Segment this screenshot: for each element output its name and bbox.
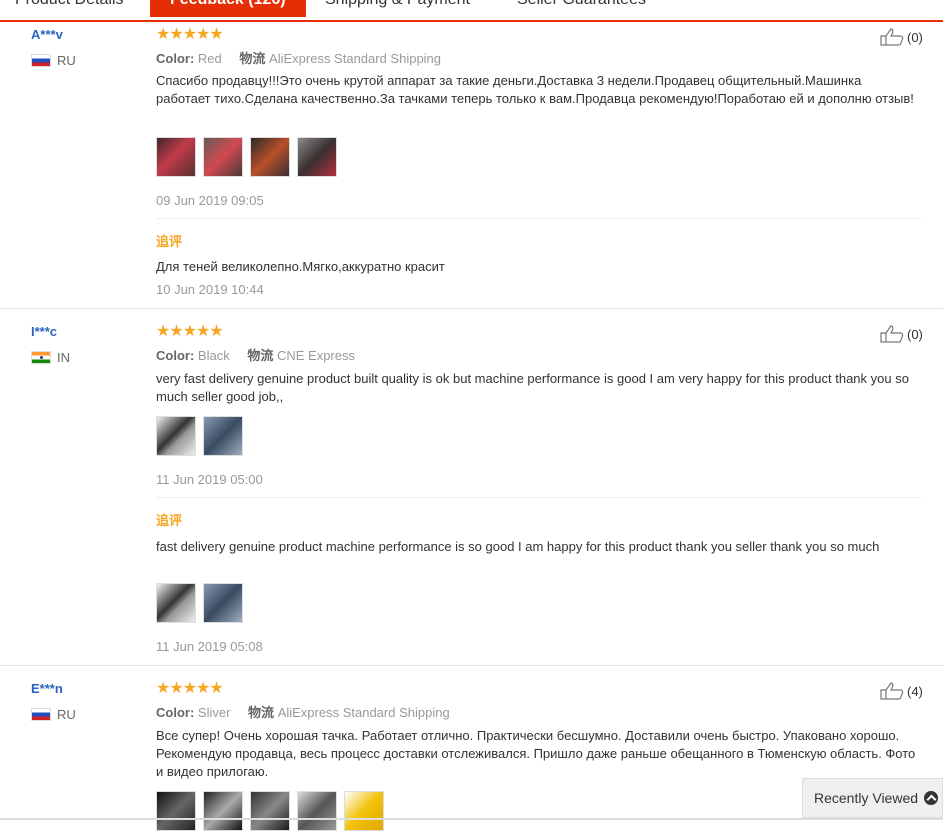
review-date: 09 Jun 2019 09:05	[156, 193, 264, 208]
reviewer-name[interactable]: I***c	[31, 324, 57, 339]
reviewer-name[interactable]: A***v	[31, 27, 63, 42]
tab-feedback[interactable]: Feedback (126)	[150, 0, 306, 17]
star-rating: ★★★★★	[156, 680, 224, 697]
review-photo-thumbnail[interactable]	[156, 791, 196, 831]
review-photo-thumbnail[interactable]	[156, 583, 196, 623]
additional-feedback-label: 追评	[156, 234, 183, 249]
chevron-up-icon	[924, 791, 938, 805]
feedback-tabs: Product Details Feedback (126) Shipping …	[0, 0, 943, 22]
helpful-count: (0)	[907, 29, 923, 45]
russia-flag-icon	[31, 54, 51, 67]
country-code: RU	[57, 53, 76, 68]
tab-product-details[interactable]: Product Details	[15, 0, 124, 9]
review-photo-thumbnail[interactable]	[156, 416, 196, 456]
review-photo-thumbnail[interactable]	[344, 791, 384, 831]
thumbs-up-icon	[880, 325, 904, 343]
tab-shipping-payment[interactable]: Shipping & Payment	[325, 0, 470, 9]
review-separator	[0, 308, 943, 309]
reviewer-name[interactable]: E***n	[31, 681, 63, 696]
review-properties: Color: Sliver 物流 AliExpress Standard Shi…	[156, 702, 450, 721]
helpful-button[interactable]: (4)	[880, 682, 923, 700]
review-photos	[156, 416, 243, 456]
additional-feedback-photos	[156, 583, 243, 623]
color-label: Color:	[156, 51, 195, 66]
reviewer-country: RU	[31, 707, 76, 722]
review-properties: Color: Black 物流 CNE Express	[156, 345, 355, 364]
reviewer-country: IN	[31, 350, 70, 365]
helpful-count: (0)	[907, 326, 923, 342]
recently-viewed-label: Recently Viewed	[814, 790, 919, 806]
star-rating: ★★★★★	[156, 26, 224, 43]
page-bottom-border	[0, 818, 943, 820]
thumbs-up-icon	[880, 28, 904, 46]
divider	[156, 497, 921, 498]
shipping-label: 物流	[248, 705, 275, 720]
additional-feedback-text: Для теней великолепно.Мягко,аккуратно кр…	[156, 259, 445, 274]
shipping-value: CNE Express	[276, 348, 355, 363]
review-text: Спасибо продавцу!!!Это очень крутой аппа…	[156, 73, 914, 106]
russia-flag-icon	[31, 708, 51, 721]
india-flag-icon	[31, 351, 51, 364]
shipping-label: 物流	[247, 348, 274, 363]
tab-seller-guarantees[interactable]: Seller Guarantees	[517, 0, 646, 9]
country-code: RU	[57, 707, 76, 722]
shipping-value: AliExpress Standard Shipping	[277, 705, 450, 720]
review-date: 11 Jun 2019 05:00	[156, 472, 263, 487]
review-photo-thumbnail[interactable]	[250, 137, 290, 177]
additional-feedback-date: 11 Jun 2019 05:08	[156, 639, 263, 654]
star-rating: ★★★★★	[156, 323, 224, 340]
helpful-count: (4)	[907, 683, 923, 699]
review-photos	[156, 791, 384, 831]
color-label: Color:	[156, 705, 195, 720]
country-code: IN	[57, 350, 70, 365]
shipping-label: 物流	[239, 51, 266, 66]
review-separator	[0, 665, 943, 666]
color-label: Color:	[156, 348, 195, 363]
review-text: very fast delivery genuine product built…	[156, 371, 909, 404]
review-photo-thumbnail[interactable]	[297, 137, 337, 177]
reviewer-country: RU	[31, 53, 76, 68]
additional-feedback-label: 追评	[156, 513, 183, 528]
color-value: Black	[197, 348, 230, 363]
divider	[156, 218, 921, 219]
review-photo-thumbnail[interactable]	[203, 583, 243, 623]
review-photos	[156, 137, 337, 177]
review-photo-thumbnail[interactable]	[203, 137, 243, 177]
helpful-button[interactable]: (0)	[880, 325, 923, 343]
additional-feedback-date: 10 Jun 2019 10:44	[156, 282, 264, 297]
helpful-button[interactable]: (0)	[880, 28, 923, 46]
review-text: Все супер! Очень хорошая тачка. Работает…	[156, 728, 916, 779]
color-value: Red	[197, 51, 222, 66]
review-photo-thumbnail[interactable]	[297, 791, 337, 831]
thumbs-up-icon	[880, 682, 904, 700]
review-photo-thumbnail[interactable]	[250, 791, 290, 831]
review-photo-thumbnail[interactable]	[203, 416, 243, 456]
shipping-value: AliExpress Standard Shipping	[269, 51, 442, 66]
review-properties: Color: Red 物流 AliExpress Standard Shippi…	[156, 48, 441, 67]
review-photo-thumbnail[interactable]	[156, 137, 196, 177]
additional-feedback-text: fast delivery genuine product machine pe…	[156, 539, 880, 554]
color-value: Sliver	[197, 705, 231, 720]
review-photo-thumbnail[interactable]	[203, 791, 243, 831]
recently-viewed-button[interactable]: Recently Viewed	[802, 778, 943, 818]
